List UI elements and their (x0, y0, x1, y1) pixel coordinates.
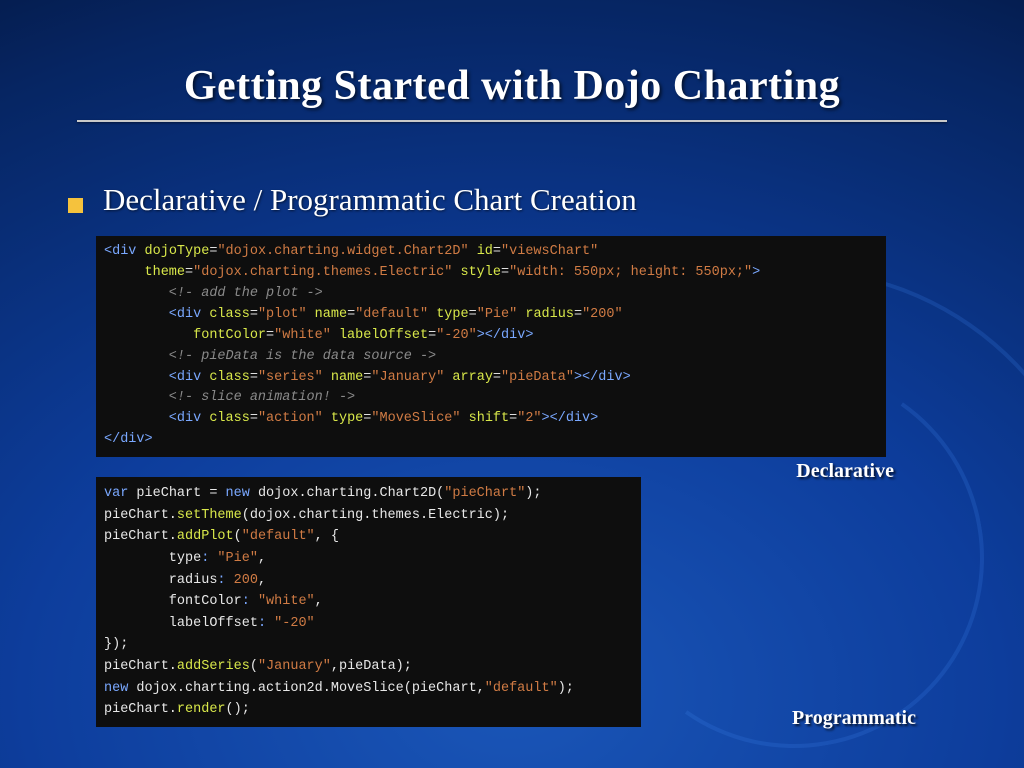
code-block-programmatic: var pieChart = new dojox.charting.Chart2… (96, 477, 641, 727)
bullet-item: Declarative / Programmatic Chart Creatio… (68, 182, 956, 218)
code-block-declarative: <div dojoType="dojox.charting.widget.Cha… (96, 236, 886, 457)
label-declarative: Declarative (796, 460, 894, 483)
bullet-icon (68, 198, 83, 213)
slide-content: Declarative / Programmatic Chart Creatio… (0, 122, 1024, 727)
label-programmatic: Programmatic (792, 707, 916, 730)
slide-title: Getting Started with Dojo Charting (0, 0, 1024, 110)
bullet-text: Declarative / Programmatic Chart Creatio… (103, 182, 637, 218)
